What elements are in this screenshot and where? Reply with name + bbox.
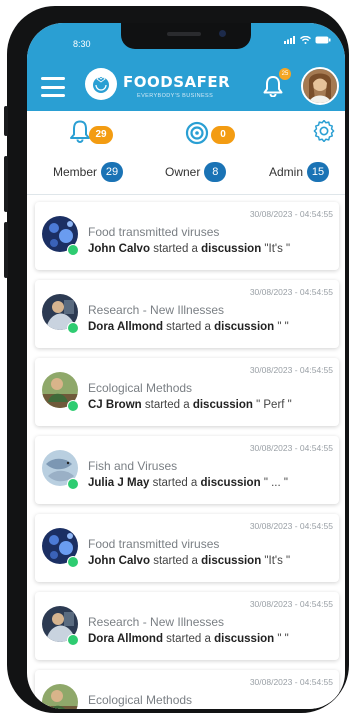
feed-card[interactable]: 30/08/2023 - 04:54:55 Research - New Ill…	[35, 592, 339, 660]
online-status-dot	[67, 322, 79, 334]
user-photo-icon	[303, 69, 337, 103]
card-activity: Dora Allmond started a discussion " "	[88, 633, 336, 645]
menu-icon[interactable]	[41, 77, 65, 97]
online-status-dot	[67, 400, 79, 412]
activity-snippet: " Perf "	[256, 399, 292, 411]
card-activity: Julia J May started a discussion " ... "	[88, 477, 336, 489]
status-icons	[284, 36, 331, 44]
volume-up-button	[4, 156, 8, 212]
activity-snippet: " "	[277, 321, 289, 333]
battery-icon	[315, 36, 331, 44]
activity-object: discussion	[214, 633, 275, 645]
feed-card[interactable]: 30/08/2023 - 04:54:55 Food transmitted v…	[35, 202, 339, 270]
activity-snippet: " ... "	[263, 477, 288, 489]
card-activity: John Calvo started a discussion "It's "	[88, 555, 336, 567]
volume-down-button	[4, 222, 8, 278]
card-activity: John Calvo started a discussion "It's "	[88, 243, 336, 255]
role-count: 15	[307, 162, 330, 182]
profile-avatar[interactable]	[301, 67, 339, 105]
card-timestamp: 30/08/2023 - 04:54:55	[249, 209, 333, 219]
role-filters: Member 29 Owner 8 Admin 15	[27, 158, 345, 188]
feed-card[interactable]: 30/08/2023 - 04:54:55 Ecological Methods	[35, 670, 339, 709]
notch	[121, 23, 251, 49]
user-name[interactable]: Dora Allmond	[88, 633, 163, 645]
activity-feed[interactable]: 30/08/2023 - 04:54:55 Food transmitted v…	[27, 199, 345, 709]
user-name[interactable]: John Calvo	[88, 555, 150, 567]
activity-verb: started a	[153, 555, 198, 567]
card-topic: Food transmitted viruses	[88, 537, 220, 551]
activity-snippet: "It's "	[264, 555, 291, 567]
online-status-dot	[67, 634, 79, 646]
notifications-count-badge: 29	[89, 126, 113, 144]
card-topic: Ecological Methods	[88, 381, 193, 395]
user-name[interactable]: Julia J May	[88, 477, 149, 489]
status-time: 8:30	[73, 39, 91, 49]
activity-verb: started a	[153, 243, 198, 255]
activity-verb: started a	[166, 633, 211, 645]
card-timestamp: 30/08/2023 - 04:54:55	[249, 443, 333, 453]
app-tagline: EVERYBODY'S BUSINESS	[137, 93, 214, 99]
targets-count-badge: 0	[211, 126, 235, 144]
user-name[interactable]: John Calvo	[88, 243, 150, 255]
activity-snippet: "It's "	[264, 243, 291, 255]
user-name[interactable]: Dora Allmond	[88, 321, 163, 333]
avatar	[42, 684, 78, 709]
card-topic: Food transmitted viruses	[88, 225, 220, 239]
activity-verb: started a	[144, 399, 190, 411]
phone-frame: 8:30 FOODSAFER EVERYBODY'S BUSINESS 25 2…	[4, 6, 349, 713]
user-name[interactable]: CJ Brown	[88, 399, 142, 411]
feed-card[interactable]: 30/08/2023 - 04:54:55 Food transmitted v…	[35, 514, 339, 582]
card-topic: Research - New Illnesses	[88, 615, 225, 629]
activity-object: discussion	[200, 477, 261, 489]
activity-object: discussion	[214, 321, 275, 333]
app-header: 8:30 FOODSAFER EVERYBODY'S BUSINESS 25	[27, 23, 345, 111]
activity-object: discussion	[192, 399, 253, 411]
feed-card[interactable]: 30/08/2023 - 04:54:55 Fish and Viruses J…	[35, 436, 339, 504]
app-brand: FOODSAFER	[123, 73, 231, 91]
card-timestamp: 30/08/2023 - 04:54:55	[249, 365, 333, 375]
front-camera	[219, 30, 226, 37]
activity-verb: started a	[166, 321, 211, 333]
divider	[27, 194, 345, 195]
card-topic: Ecological Methods	[88, 693, 193, 707]
role-label: Member	[53, 165, 98, 179]
role-label: Admin	[269, 165, 304, 179]
activity-object: discussion	[201, 555, 262, 567]
wifi-icon	[300, 36, 311, 44]
target-icon[interactable]	[185, 121, 209, 145]
activity-object: discussion	[201, 243, 262, 255]
card-topic: Research - New Illnesses	[88, 303, 225, 317]
activity-verb: started a	[152, 477, 198, 489]
role-count: 8	[204, 162, 227, 182]
app-screen: 8:30 FOODSAFER EVERYBODY'S BUSINESS 25 2…	[27, 23, 345, 709]
card-activity: Dora Allmond started a discussion " "	[88, 321, 336, 333]
online-status-dot	[67, 556, 79, 568]
role-owner[interactable]: Owner 8	[165, 162, 227, 182]
gear-icon[interactable]	[313, 120, 335, 142]
card-timestamp: 30/08/2023 - 04:54:55	[249, 599, 333, 609]
ecology-photo-icon	[42, 684, 78, 709]
header-notification-badge: 25	[279, 68, 291, 80]
speaker-grille	[167, 32, 201, 36]
signal-icon	[284, 36, 295, 44]
tomato-logo-icon	[93, 76, 109, 93]
feed-card[interactable]: 30/08/2023 - 04:54:55 Ecological Methods…	[35, 358, 339, 426]
mute-switch	[4, 106, 8, 136]
role-count: 29	[101, 162, 124, 182]
role-admin[interactable]: Admin 15	[269, 162, 330, 182]
role-label: Owner	[165, 165, 201, 179]
card-topic: Fish and Viruses	[88, 459, 178, 473]
card-activity: CJ Brown started a discussion " Perf "	[88, 399, 336, 411]
card-timestamp: 30/08/2023 - 04:54:55	[249, 677, 333, 687]
foodsafer-logo	[85, 68, 117, 100]
activity-snippet: " "	[277, 633, 289, 645]
role-member[interactable]: Member 29	[53, 162, 124, 182]
card-timestamp: 30/08/2023 - 04:54:55	[249, 521, 333, 531]
online-status-dot	[67, 244, 79, 256]
card-timestamp: 30/08/2023 - 04:54:55	[249, 287, 333, 297]
notifications-bell-icon[interactable]	[69, 119, 91, 143]
stats-row: 29 0	[27, 111, 345, 155]
online-status-dot	[67, 478, 79, 490]
feed-card[interactable]: 30/08/2023 - 04:54:55 Research - New Ill…	[35, 280, 339, 348]
